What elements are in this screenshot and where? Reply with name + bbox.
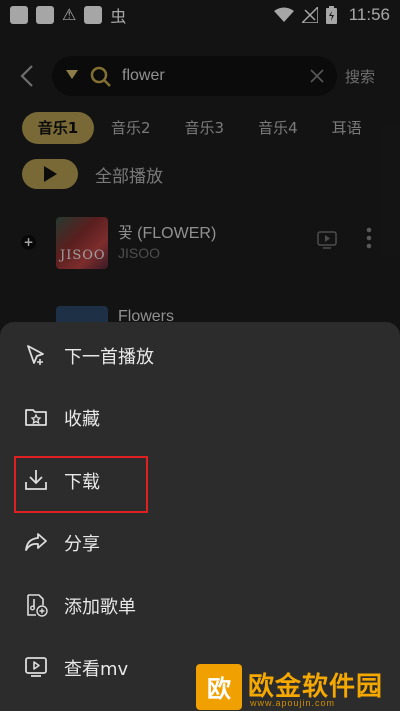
watermark-logo: 欧 <box>196 663 242 710</box>
menu-item-add-to-playlist[interactable]: 添加歌单 <box>0 574 400 636</box>
share-icon <box>25 533 47 551</box>
highlight-box <box>14 456 148 513</box>
menu-item-label: 下一首播放 <box>64 347 154 368</box>
watermark: 欧 欧金软件园 www.apoujin.com <box>196 662 400 711</box>
play-next-icon <box>27 345 44 365</box>
menu-item-play-next[interactable]: 下一首播放 <box>0 324 400 386</box>
add-playlist-icon <box>27 594 48 617</box>
menu-item-label: 分享 <box>64 534 100 555</box>
menu-item-label: 收藏 <box>64 409 100 430</box>
menu-item-favorite[interactable]: 收藏 <box>0 386 400 448</box>
watermark-url: www.apoujin.com <box>250 698 336 708</box>
menu-item-share[interactable]: 分享 <box>0 511 400 573</box>
menu-item-label: 添加歌单 <box>64 597 136 618</box>
watermark-text: 欧金软件园 <box>248 671 384 702</box>
mv-icon <box>25 657 47 677</box>
folder-star-icon <box>25 409 47 426</box>
menu-item-label: 查看mv <box>64 659 129 680</box>
action-sheet: 下一首播放 收藏 下载 分享 添加歌单 查看mv <box>0 322 400 711</box>
